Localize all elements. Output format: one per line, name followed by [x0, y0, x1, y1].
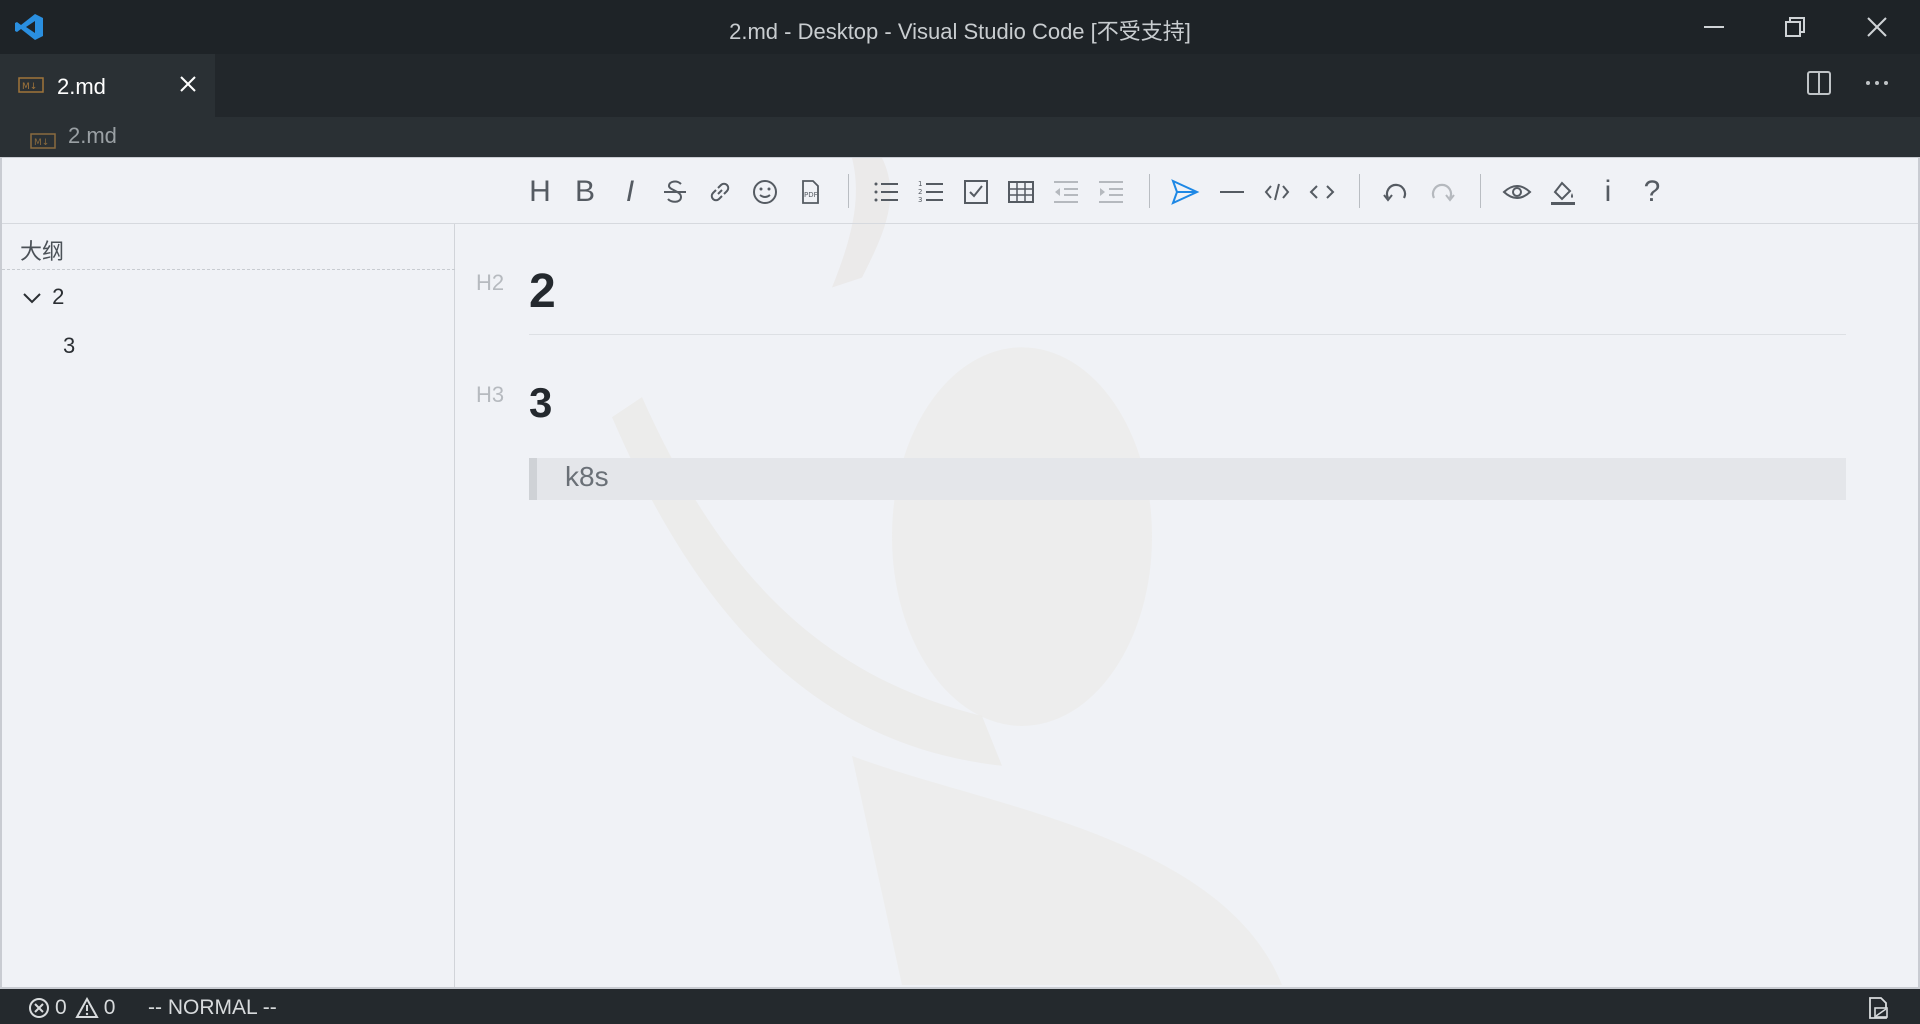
table-button[interactable]	[1001, 172, 1041, 212]
more-actions-icon[interactable]	[1864, 70, 1890, 101]
svg-text:3: 3	[918, 196, 922, 204]
inline-code-button[interactable]	[1257, 172, 1297, 212]
info-button[interactable]: i	[1588, 172, 1628, 212]
minimize-icon	[1704, 26, 1724, 28]
h2-marker: H2	[476, 270, 505, 295]
code-block-button[interactable]	[1302, 172, 1342, 212]
close-icon	[1867, 17, 1887, 37]
redo-button[interactable]	[1422, 172, 1462, 212]
markdown-editor: H B I PDF 123 i ? 大纲 2 3 H2 2 H3 3 k8s	[0, 157, 1920, 989]
link-button[interactable]	[700, 172, 740, 212]
indent-icon	[1099, 181, 1123, 203]
outline-item-3[interactable]: 3	[63, 333, 75, 359]
preview-button[interactable]	[1497, 172, 1537, 212]
blockquote[interactable]: k8s	[529, 458, 1846, 500]
breadcrumb-file[interactable]: 2.md	[68, 123, 117, 149]
editor-actions	[1778, 70, 1890, 101]
horizontal-rule-icon	[1220, 191, 1244, 193]
svg-text:2: 2	[918, 188, 922, 196]
restore-button[interactable]	[1755, 0, 1835, 54]
tab-close-icon[interactable]	[178, 74, 198, 99]
vim-mode: -- NORMAL --	[148, 996, 277, 1019]
tab-bar: M↓ 2.md	[0, 54, 1920, 117]
checkbox-icon	[964, 180, 988, 204]
window-title: 2.md - Desktop - Visual Studio Code [不受支…	[729, 19, 1191, 44]
chevron-down-icon	[23, 293, 41, 304]
svg-text:M↓: M↓	[22, 82, 37, 92]
restore-icon	[1785, 17, 1805, 37]
h3-marker: H3	[476, 382, 505, 407]
tab-2-md[interactable]: M↓ 2.md	[0, 54, 215, 117]
bold-button[interactable]: B	[565, 172, 605, 212]
status-bar: 0 0 -- NORMAL --	[0, 989, 1920, 1024]
minimize-button[interactable]	[1674, 0, 1754, 54]
paint-bucket-icon	[1551, 181, 1575, 205]
bullet-list-button[interactable]	[866, 172, 906, 212]
indent-button[interactable]	[1091, 172, 1131, 212]
tab-label: 2.md	[57, 74, 106, 99]
problems-indicator[interactable]: 0 0	[28, 996, 115, 1020]
breadcrumb: M↓ 2.md	[0, 117, 1920, 157]
checklist-button[interactable]	[956, 172, 996, 212]
outline-title: 大纲	[2, 224, 455, 270]
svg-text:1: 1	[918, 180, 922, 188]
export-pdf-button[interactable]: PDF	[790, 172, 830, 212]
code-block-icon	[1309, 185, 1335, 199]
undo-button[interactable]	[1376, 172, 1416, 212]
warning-icon	[74, 997, 99, 1018]
table-icon	[1008, 181, 1034, 203]
fill-color-button[interactable]	[1543, 172, 1583, 212]
heading-button[interactable]: H	[520, 172, 560, 212]
heading-divider	[529, 334, 1846, 335]
markdown-icon: M↓	[18, 77, 44, 98]
help-button[interactable]: ?	[1632, 172, 1672, 212]
redo-icon	[1431, 183, 1455, 202]
close-window-button[interactable]	[1837, 0, 1917, 54]
send-button[interactable]	[1165, 172, 1205, 212]
outdent-button[interactable]	[1046, 172, 1086, 212]
undo-icon	[1383, 183, 1407, 202]
emoji-button[interactable]	[745, 172, 785, 212]
outdent-icon	[1054, 181, 1078, 203]
editor-toolbar: H B I PDF 123 i ?	[2, 158, 1918, 224]
outline-sidebar: 大纲 2 3	[2, 224, 455, 987]
split-editor-icon[interactable]	[1806, 70, 1832, 101]
title-bar: 2.md - Desktop - Visual Studio Code [不受支…	[0, 0, 1920, 54]
link-icon	[710, 182, 730, 202]
svg-text:PDF: PDF	[804, 191, 818, 199]
error-icon	[29, 998, 49, 1018]
markdown-icon: M↓	[30, 129, 56, 155]
send-icon	[1171, 179, 1200, 205]
pdf-icon: PDF	[802, 180, 819, 204]
emoji-icon	[753, 180, 777, 204]
svg-text:M↓: M↓	[34, 138, 49, 148]
feedback-icon[interactable]	[1866, 996, 1890, 1020]
inline-code-icon	[1264, 183, 1290, 201]
strikethrough-button[interactable]	[655, 172, 695, 212]
ordered-list-icon: 123	[918, 180, 943, 204]
bullet-list-icon	[874, 182, 898, 202]
editor-content[interactable]: H2 2 H3 3 k8s	[456, 224, 1918, 987]
italic-button[interactable]: I	[610, 172, 650, 212]
horizontal-rule-button[interactable]	[1212, 172, 1252, 212]
heading-3[interactable]: 3	[529, 379, 552, 427]
outline-item-2[interactable]: 2	[22, 284, 64, 310]
ordered-list-button[interactable]: 123	[911, 172, 951, 212]
strikethrough-icon	[664, 180, 686, 203]
heading-2[interactable]: 2	[529, 264, 556, 319]
eye-icon	[1502, 185, 1532, 199]
